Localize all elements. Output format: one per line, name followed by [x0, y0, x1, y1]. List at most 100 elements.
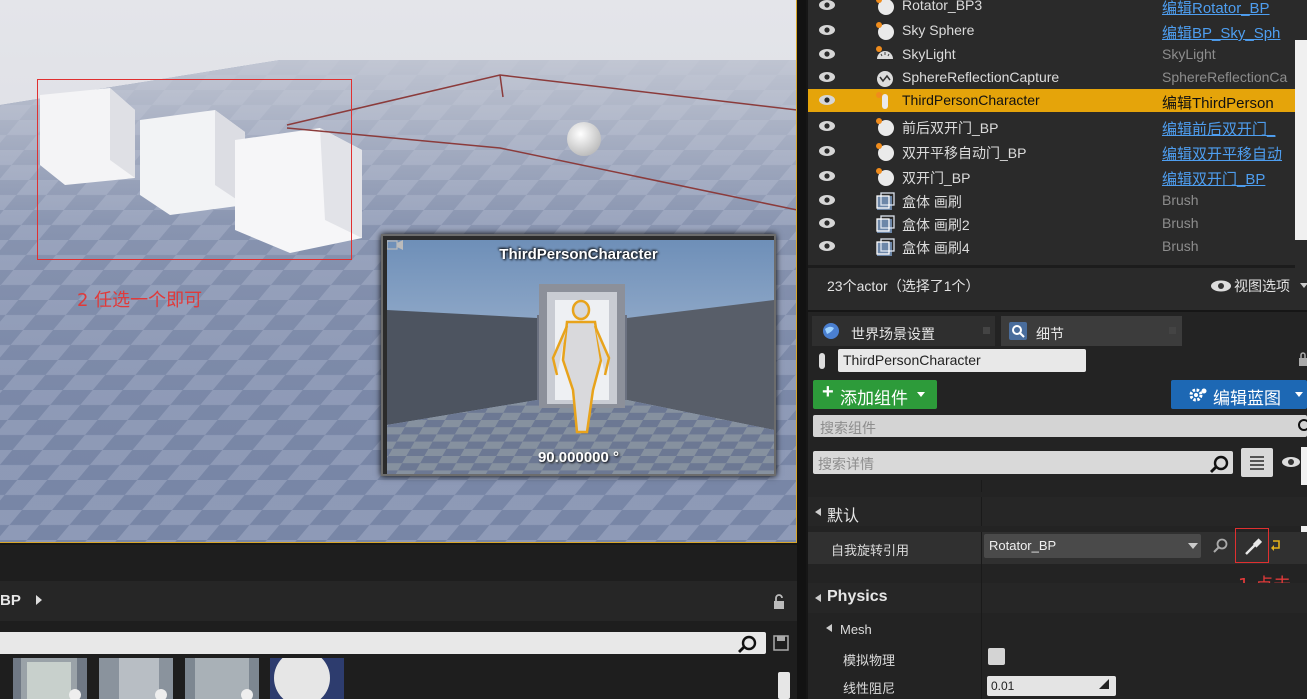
scrollbar[interactable] [778, 672, 790, 699]
content-browser-path-bar [0, 581, 797, 621]
column-splitter[interactable] [981, 564, 982, 584]
browse-icon[interactable] [1213, 538, 1229, 554]
property-row-simulate-physics: 模拟物理 [808, 643, 1307, 671]
visibility-eye-icon[interactable] [818, 194, 836, 206]
reset-icon[interactable] [1271, 539, 1281, 551]
outliner-row[interactable]: 盒体 画刷 Brush [808, 189, 1295, 212]
details-panel: 世界场景设置 细节 ThirdPersonCharacter + 添加组件 编辑… [808, 312, 1307, 699]
search-components-input[interactable]: 搜索组件 [813, 415, 1307, 437]
edit-blueprint-link[interactable]: 编辑Rotator_BP [1162, 0, 1295, 18]
outliner-row[interactable]: 前后双开门_BP 编辑前后双开门_ [808, 115, 1295, 138]
sphere-icon [874, 0, 896, 21]
scrollbar[interactable] [1301, 447, 1307, 485]
edit-blueprint-link[interactable]: 编辑前后双开门_ [1162, 118, 1295, 139]
panel-divider[interactable] [797, 0, 806, 699]
column-splitter[interactable] [981, 532, 982, 564]
linear-damping-field[interactable]: 0.01 [987, 676, 1116, 696]
outliner-row[interactable]: ThirdPersonCharacter 编辑ThirdPerson [808, 89, 1295, 112]
subcategory-mesh[interactable]: Mesh [808, 615, 1307, 643]
actor-name-field[interactable]: ThirdPersonCharacter [838, 349, 1086, 372]
content-browser-path[interactable]: BP [0, 592, 21, 609]
visibility-eye-icon[interactable] [818, 120, 836, 132]
category-physics[interactable]: Physics [808, 583, 1307, 613]
column-splitter[interactable] [981, 480, 982, 492]
asset-thumbnail[interactable] [99, 658, 173, 699]
edit-blueprint-link[interactable]: 编辑双开门_BP [1162, 168, 1295, 189]
category-default[interactable]: 默认 [808, 497, 1307, 526]
outliner-scrollbar[interactable] [1295, 40, 1307, 240]
camera-icon [387, 240, 403, 250]
tab-label: 世界场景设置 [851, 326, 935, 342]
asset-thumbnail[interactable] [270, 658, 344, 699]
outliner-row[interactable]: Sky Sphere 编辑BP_Sky_Sph [808, 19, 1295, 42]
brush-icon [874, 237, 896, 262]
visibility-eye-icon[interactable] [818, 71, 836, 83]
outliner-row[interactable]: 双开平移自动门_BP 编辑双开平移自动 [808, 140, 1295, 163]
sphere-actor [567, 122, 601, 156]
chevron-down-icon[interactable] [1300, 283, 1307, 288]
outliner-row[interactable]: 双开门_BP 编辑双开门_BP [808, 165, 1295, 188]
tab-world-settings[interactable]: 世界场景设置 [812, 316, 995, 346]
edit-blueprint-button[interactable]: 编辑蓝图 [1171, 380, 1307, 409]
lock-icon[interactable] [771, 594, 787, 610]
actor-label: Rotator_BP3 [902, 0, 983, 13]
outliner-separator [808, 265, 1295, 268]
search-icon[interactable] [1296, 418, 1307, 434]
actor-label: 盒体 画刷 [902, 194, 962, 210]
asset-thumbnail[interactable] [13, 658, 87, 699]
edit-blueprint-link[interactable]: 编辑双开平移自动 [1162, 143, 1295, 164]
actor-label: 双开门_BP [902, 170, 971, 186]
grid-icon [1250, 456, 1264, 470]
save-icon[interactable] [773, 635, 789, 651]
add-component-button[interactable]: + 添加组件 [813, 380, 937, 409]
close-icon[interactable] [1169, 327, 1176, 334]
search-icon[interactable] [1210, 455, 1230, 473]
chevron-down-icon[interactable] [1188, 543, 1198, 549]
column-splitter[interactable] [981, 497, 982, 526]
subcategory-label: Mesh [840, 622, 872, 637]
camera-preview: ThirdPersonCharacter 90.000000 ° [381, 234, 776, 476]
actor-type: SphereReflectionCa [1162, 69, 1288, 85]
actor-label: Sky Sphere [902, 22, 975, 38]
selection-annotation-box [37, 79, 352, 260]
rotation-ref-combo[interactable]: Rotator_BP [984, 534, 1201, 558]
visibility-eye-icon[interactable] [818, 48, 836, 60]
content-search-input[interactable] [0, 632, 766, 654]
actor-icon [819, 353, 825, 369]
drag-handle-icon[interactable] [1099, 679, 1109, 689]
visibility-eye-icon[interactable] [818, 24, 836, 36]
edit-blueprint-link[interactable]: 编辑BP_Sky_Sph [1162, 22, 1295, 43]
eye-icon[interactable] [1281, 456, 1301, 468]
edit-blueprint-link[interactable]: 编辑ThirdPerson [1162, 92, 1295, 113]
asset-thumbnail[interactable] [185, 658, 259, 699]
edit-blueprint-label: 编辑蓝图 [1213, 389, 1281, 408]
close-icon[interactable] [983, 327, 990, 334]
tab-details[interactable]: 细节 [1001, 316, 1182, 346]
visibility-eye-icon[interactable] [818, 240, 836, 252]
search-details-input[interactable]: 搜索详情 [813, 451, 1233, 474]
visibility-eye-icon[interactable] [818, 217, 836, 229]
level-viewport[interactable]: 2 任选一个即可 ThirdPersonCharacter 90.000000 … [0, 0, 797, 543]
outliner-row[interactable]: SphereReflectionCapture SphereReflectionC… [808, 66, 1295, 89]
pick-actor-button[interactable] [1235, 528, 1269, 563]
collapse-arrow-icon [826, 624, 832, 632]
outliner-row[interactable]: Rotator_BP3 编辑Rotator_BP [808, 0, 1295, 17]
visibility-eye-icon[interactable] [818, 0, 836, 11]
actor-label: ThirdPersonCharacter [902, 92, 1040, 108]
outliner-row[interactable]: SkyLight SkyLight [808, 43, 1295, 66]
visibility-eye-icon[interactable] [818, 145, 836, 157]
actor-type: Brush [1162, 192, 1199, 208]
search-icon[interactable] [738, 635, 758, 653]
lock-icon[interactable] [1298, 352, 1307, 366]
visibility-eye-icon[interactable] [818, 94, 836, 106]
path-arrow-icon[interactable] [36, 595, 42, 605]
simulate-physics-checkbox[interactable] [988, 648, 1005, 665]
property-matrix-button[interactable] [1241, 448, 1273, 477]
visibility-eye-icon[interactable] [818, 170, 836, 182]
eye-icon [1211, 280, 1231, 292]
sphere-icon [874, 117, 896, 142]
outliner-row[interactable]: 盒体 画刷4 Brush [808, 235, 1295, 258]
outliner-row[interactable]: 盒体 画刷2 Brush [808, 212, 1295, 235]
property-label: 线性阻尼 [843, 681, 896, 696]
view-options-button[interactable]: 视图选项 [1234, 276, 1290, 296]
